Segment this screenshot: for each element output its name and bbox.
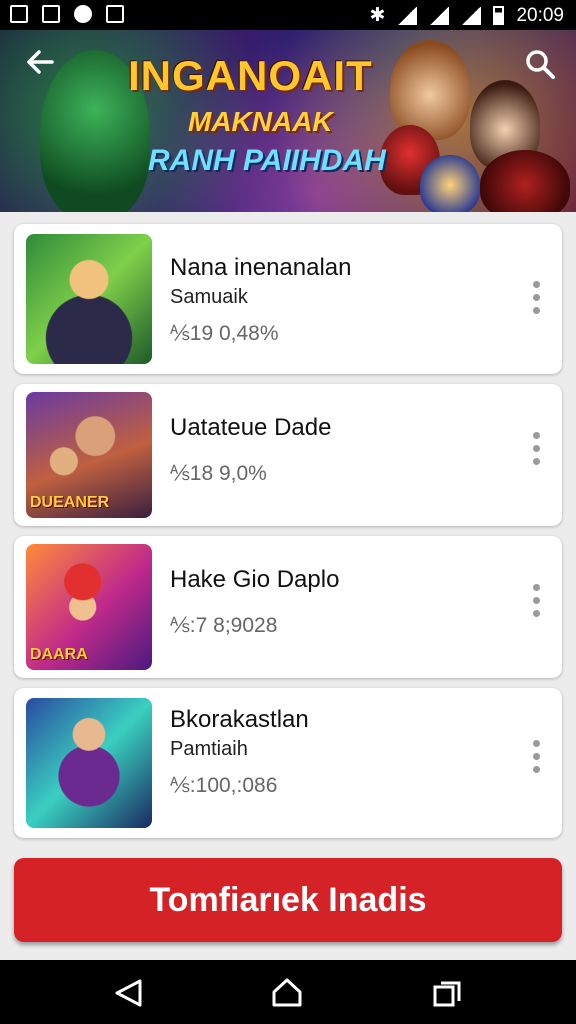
back-arrow-icon[interactable] [20, 44, 60, 84]
search-icon[interactable] [522, 46, 558, 82]
more-vert-icon[interactable] [532, 740, 540, 773]
signal-2-icon [461, 6, 482, 25]
game-stat: ⅍:7 8;9028 [170, 614, 278, 637]
banner-logo-line1: INGANOAIT [128, 52, 373, 99]
game-title: Nana inenanalan [170, 254, 352, 281]
status-bar: ✱ 20:09 [0, 0, 576, 30]
game-subtitle: Samuaik [170, 286, 248, 308]
app-notification-icon [42, 5, 60, 23]
game-thumbnail [26, 234, 152, 364]
game-thumbnail [26, 698, 152, 828]
more-vert-icon[interactable] [532, 281, 540, 314]
game-stat: ⅍19 0,48% [170, 322, 279, 345]
status-time: 20:09 [516, 4, 564, 26]
game-thumbnail: DAARA [26, 544, 152, 670]
gallery-notification-icon [10, 5, 28, 23]
banner-logo-line2: MAKNAAK [188, 106, 333, 137]
game-stat: ⅍:100,:086 [170, 774, 278, 797]
bag-notification-icon [106, 5, 124, 23]
list-item[interactable]: Bkorakastlan Pamtiaih ⅍:100,:086 [14, 688, 562, 838]
list-item[interactable]: Nana inenanalan Samuaik ⅍19 0,48% [14, 224, 562, 374]
bluetooth-icon: ✱ [369, 5, 386, 26]
system-nav-bar [0, 960, 576, 1024]
game-title: Hake Gio Daplo [170, 566, 340, 593]
game-thumbnail: DUEANER [26, 392, 152, 518]
battery-icon [493, 6, 505, 25]
list-item[interactable]: DAARA Hake Gio Daplo ⅍:7 8;9028 [14, 536, 562, 678]
header-banner: INGANOAIT MAKNAAK RANH PAIIHDAH [0, 30, 576, 212]
more-vert-icon[interactable] [532, 432, 540, 465]
game-stat: ⅍18 9,0% [170, 462, 267, 485]
more-vert-icon[interactable] [532, 584, 540, 617]
banner-character-kid [420, 155, 480, 212]
nav-back-icon[interactable] [112, 978, 146, 1013]
wifi-icon [397, 6, 418, 25]
nav-recents-icon[interactable] [432, 980, 462, 1013]
signal-icon [429, 6, 450, 25]
banner-character-armor [480, 150, 570, 212]
list-item[interactable]: DUEANER Uatateue Dade ⅍18 9,0% [14, 384, 562, 526]
banner-logo-line3: RANH PAIIHDAH [148, 144, 386, 177]
game-title: Uatateue Dade [170, 414, 332, 441]
dot-notification-icon [74, 5, 92, 23]
game-subtitle: Pamtiaih [170, 738, 248, 760]
game-title: Bkorakastlan [170, 706, 309, 733]
nav-home-icon[interactable] [270, 976, 304, 1013]
primary-action-button[interactable]: Tomfiarıek Inadis [14, 858, 562, 942]
